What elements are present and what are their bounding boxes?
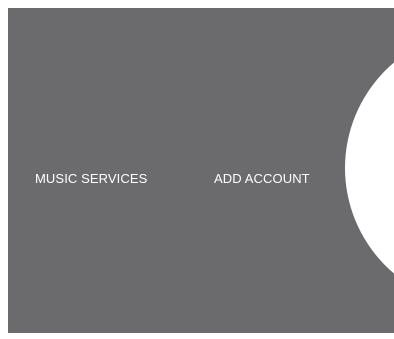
music-services-item[interactable]: MUSIC SERVICES: [35, 171, 147, 186]
music-services-screen: MUSIC SERVICES ADD ACCOUNT: [8, 8, 394, 333]
selection-circle: [345, 30, 394, 306]
add-account-item[interactable]: ADD ACCOUNT: [214, 171, 310, 186]
